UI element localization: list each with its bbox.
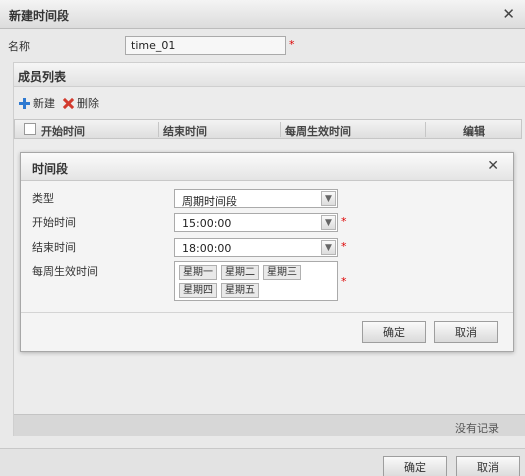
members-panel-header: 成员列表 <box>14 63 525 87</box>
select-all-checkbox[interactable] <box>24 123 36 135</box>
name-label: 名称 <box>8 40 30 53</box>
add-button[interactable]: 新建 <box>19 95 55 111</box>
close-icon[interactable]: ✕ <box>487 158 499 174</box>
empty-records-text: 没有记录 <box>455 422 499 435</box>
type-label: 类型 <box>32 192 54 205</box>
type-select-value: 周期时间段 <box>182 195 237 208</box>
required-mark: * <box>341 275 347 288</box>
column-header-start[interactable]: 开始时间 <box>41 123 85 139</box>
end-time-label: 结束时间 <box>32 241 76 254</box>
cancel-button[interactable]: 取消 <box>456 456 520 476</box>
end-time-select[interactable]: 18:00:00 ▼ <box>174 238 338 257</box>
dialog-ok-button[interactable]: 确定 <box>362 321 426 343</box>
members-panel-title: 成员列表 <box>18 70 67 84</box>
column-header-weekdays[interactable]: 每周生效时间 <box>285 123 351 139</box>
weekday-tag[interactable]: 星期五 <box>221 283 259 298</box>
start-time-label: 开始时间 <box>32 216 76 229</box>
dialog-button-bar: 确定 取消 <box>21 312 513 352</box>
start-time-value: 15:00:00 <box>182 217 232 230</box>
required-mark: * <box>289 38 295 51</box>
members-table-header: 开始时间 结束时间 每周生效时间 编辑 <box>14 119 522 139</box>
weekdays-field[interactable]: 星期一 星期二 星期三 星期四 星期五 <box>174 261 338 301</box>
delete-button-label: 删除 <box>77 97 99 110</box>
start-time-select[interactable]: 15:00:00 ▼ <box>174 213 338 232</box>
ok-button[interactable]: 确定 <box>383 456 447 476</box>
required-mark: * <box>341 240 347 253</box>
close-icon[interactable]: ✕ <box>502 5 515 23</box>
column-header-end[interactable]: 结束时间 <box>163 123 207 139</box>
chevron-down-icon[interactable]: ▼ <box>321 191 336 206</box>
dialog-cancel-button[interactable]: 取消 <box>434 321 498 343</box>
window-titlebar: 新建时间段 ✕ <box>0 0 525 29</box>
window-button-bar: 确定 取消 <box>0 448 525 476</box>
column-divider <box>425 122 426 137</box>
column-divider <box>158 122 159 137</box>
delete-button[interactable]: 删除 <box>63 95 99 111</box>
weekdays-label: 每周生效时间 <box>32 265 98 278</box>
add-button-label: 新建 <box>33 97 55 110</box>
column-divider <box>280 122 281 137</box>
chevron-down-icon[interactable]: ▼ <box>321 215 336 230</box>
column-header-edit[interactable]: 编辑 <box>463 123 485 139</box>
weekday-tag[interactable]: 星期四 <box>179 283 217 298</box>
delete-icon <box>63 98 74 109</box>
weekday-tag[interactable]: 星期一 <box>179 265 217 280</box>
type-select[interactable]: 周期时间段 ▼ <box>174 189 338 208</box>
required-mark: * <box>341 215 347 228</box>
weekday-tag[interactable]: 星期三 <box>263 265 301 280</box>
weekday-tag[interactable]: 星期二 <box>221 265 259 280</box>
window-title: 新建时间段 <box>9 9 70 23</box>
dialog-title: 时间段 <box>32 162 69 176</box>
dialog-titlebar: 时间段 ✕ <box>21 153 513 181</box>
time-period-dialog: 时间段 ✕ 类型 周期时间段 ▼ 开始时间 15:00:00 ▼ * 结束时间 … <box>20 152 514 352</box>
table-footer: 没有记录 <box>14 414 525 436</box>
plus-icon <box>19 97 30 109</box>
end-time-value: 18:00:00 <box>182 242 232 255</box>
name-input[interactable] <box>125 36 286 55</box>
chevron-down-icon[interactable]: ▼ <box>321 240 336 255</box>
